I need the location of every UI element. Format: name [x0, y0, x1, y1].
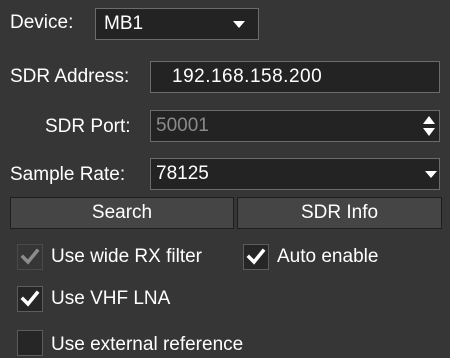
device-label: Device: [10, 12, 74, 33]
search-button[interactable]: Search [10, 197, 234, 229]
check-icon [20, 248, 40, 265]
sdr-port-value: 50001 [156, 115, 209, 136]
sample-rate-dropdown[interactable]: 78125 [150, 158, 440, 190]
external-reference-label: Use external reference [51, 334, 244, 355]
vhf-lna-checkbox[interactable] [17, 286, 43, 312]
sdr-info-button[interactable]: SDR Info [237, 197, 442, 229]
sdr-port-label: SDR Port: [45, 116, 131, 137]
sample-rate-value: 78125 [156, 163, 209, 184]
auto-enable-checkbox[interactable] [243, 244, 269, 270]
chevron-down-icon [233, 21, 245, 28]
check-icon [20, 290, 40, 307]
device-value: MB1 [104, 13, 144, 34]
wide-rx-filter-checkbox[interactable] [17, 244, 43, 270]
external-reference-checkbox[interactable] [17, 330, 43, 356]
sdr-address-input[interactable]: 192.168.158.200 [150, 61, 440, 93]
sample-rate-label: Sample Rate: [10, 164, 126, 185]
sdr-port-spinbox[interactable]: 50001 [150, 110, 440, 142]
sdr-address-value: 192.168.158.200 [172, 66, 323, 87]
chevron-down-icon [425, 171, 437, 178]
sdr-address-label: SDR Address: [10, 66, 130, 87]
auto-enable-label: Auto enable [277, 246, 379, 267]
vhf-lna-label: Use VHF LNA [51, 288, 171, 309]
spin-arrows-icon[interactable] [422, 114, 436, 138]
device-dropdown[interactable]: MB1 [95, 8, 259, 40]
check-icon [246, 248, 266, 265]
wide-rx-filter-label: Use wide RX filter [51, 246, 202, 267]
